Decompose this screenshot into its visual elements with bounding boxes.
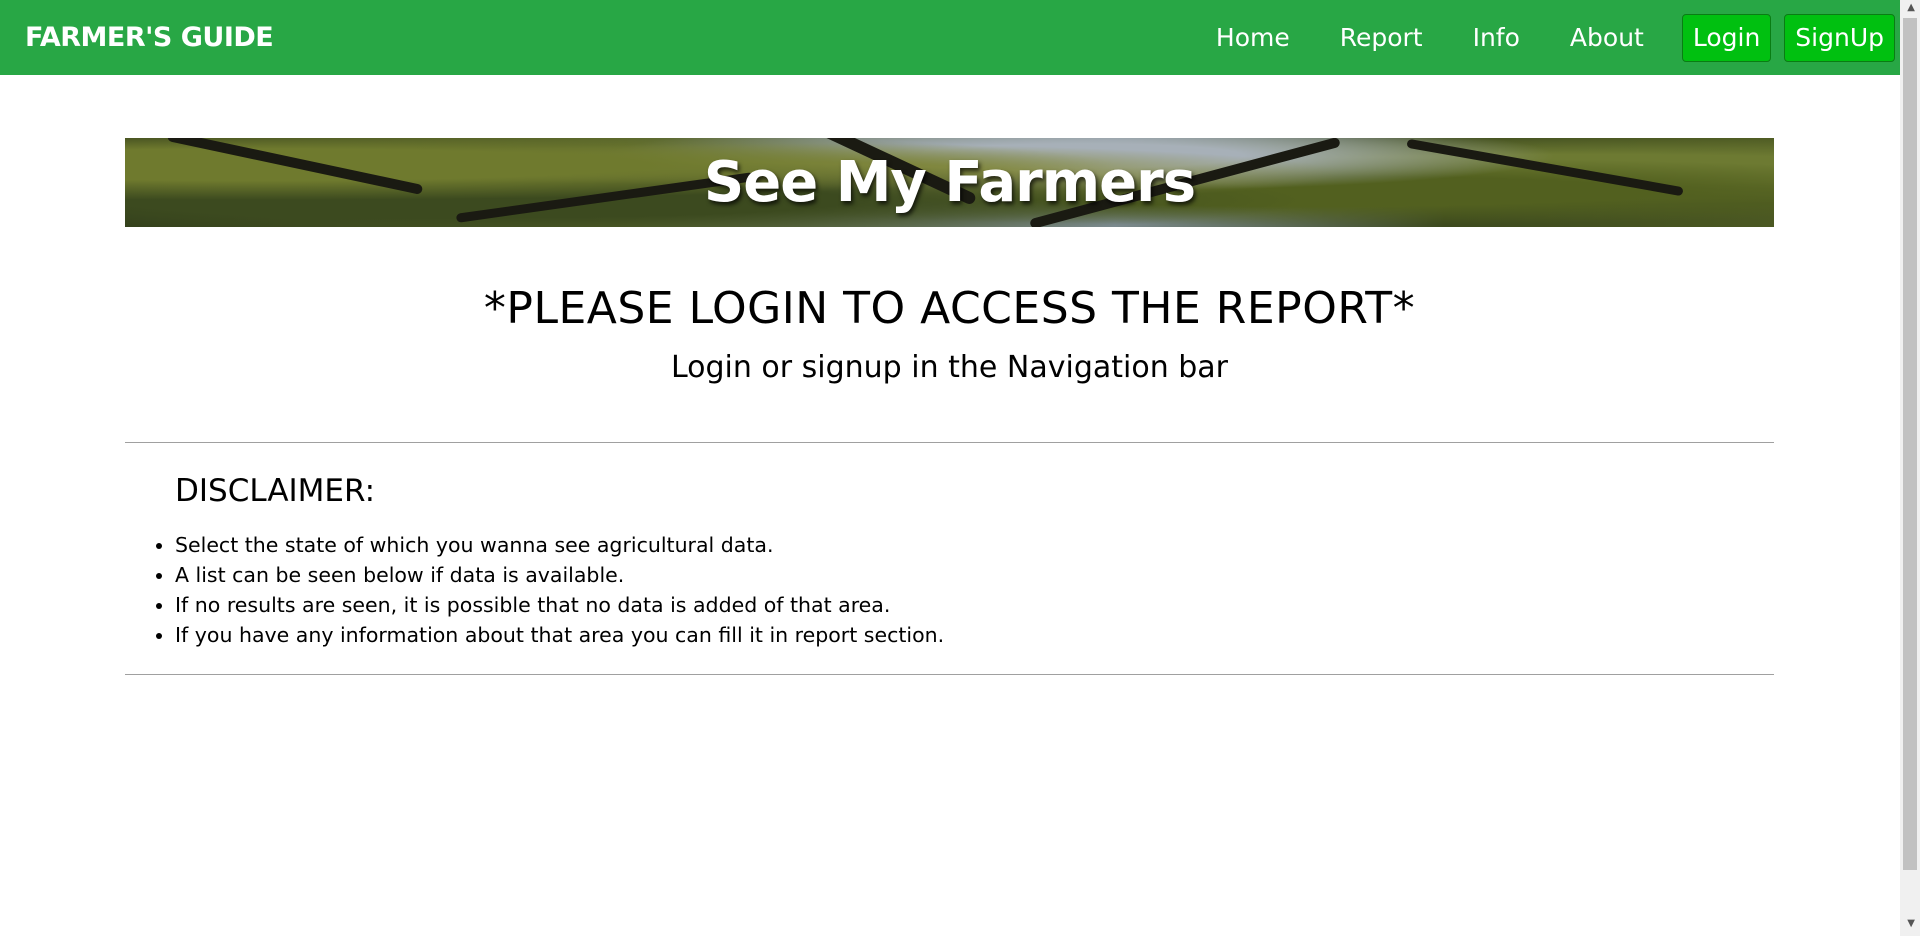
nav-link-home[interactable]: Home: [1216, 23, 1290, 52]
nav-link-about[interactable]: About: [1570, 23, 1644, 52]
hero-banner: See My Farmers: [125, 138, 1774, 227]
nav-link-info[interactable]: Info: [1473, 23, 1520, 52]
top-navbar: FARMER'S GUIDE Home Report Info About Lo…: [0, 0, 1900, 75]
signup-button[interactable]: SignUp: [1784, 13, 1895, 62]
scroll-up-arrow-icon[interactable]: ▲: [1907, 2, 1915, 13]
disclaimer-item: If no results are seen, it is possible t…: [175, 590, 944, 620]
disclaimer-item: Select the state of which you wanna see …: [175, 530, 944, 560]
login-required-heading: *PLEASE LOGIN TO ACCESS THE REPORT*: [483, 283, 1416, 334]
scrollbar-thumb[interactable]: [1903, 18, 1917, 870]
banner-title: See My Farmers: [703, 150, 1196, 215]
disclaimer-list: Select the state of which you wanna see …: [175, 530, 944, 650]
divider-top: [125, 442, 1774, 443]
login-instruction-text: Login or signup in the Navigation bar: [670, 350, 1229, 385]
login-button[interactable]: Login: [1681, 13, 1772, 62]
disclaimer-title: DISCLAIMER:: [175, 473, 376, 509]
scroll-down-arrow-icon[interactable]: ▼: [1907, 918, 1915, 929]
nav-link-report[interactable]: Report: [1340, 23, 1423, 52]
nav-links: Home Report Info About Login SignUp: [1216, 0, 1900, 75]
disclaimer-item: If you have any information about that a…: [175, 620, 944, 650]
disclaimer-item: A list can be seen below if data is avai…: [175, 560, 944, 590]
vertical-scrollbar[interactable]: ▲ ▼: [1900, 0, 1920, 936]
divider-bottom: [125, 674, 1774, 675]
brand-logo[interactable]: FARMER'S GUIDE: [25, 0, 274, 75]
